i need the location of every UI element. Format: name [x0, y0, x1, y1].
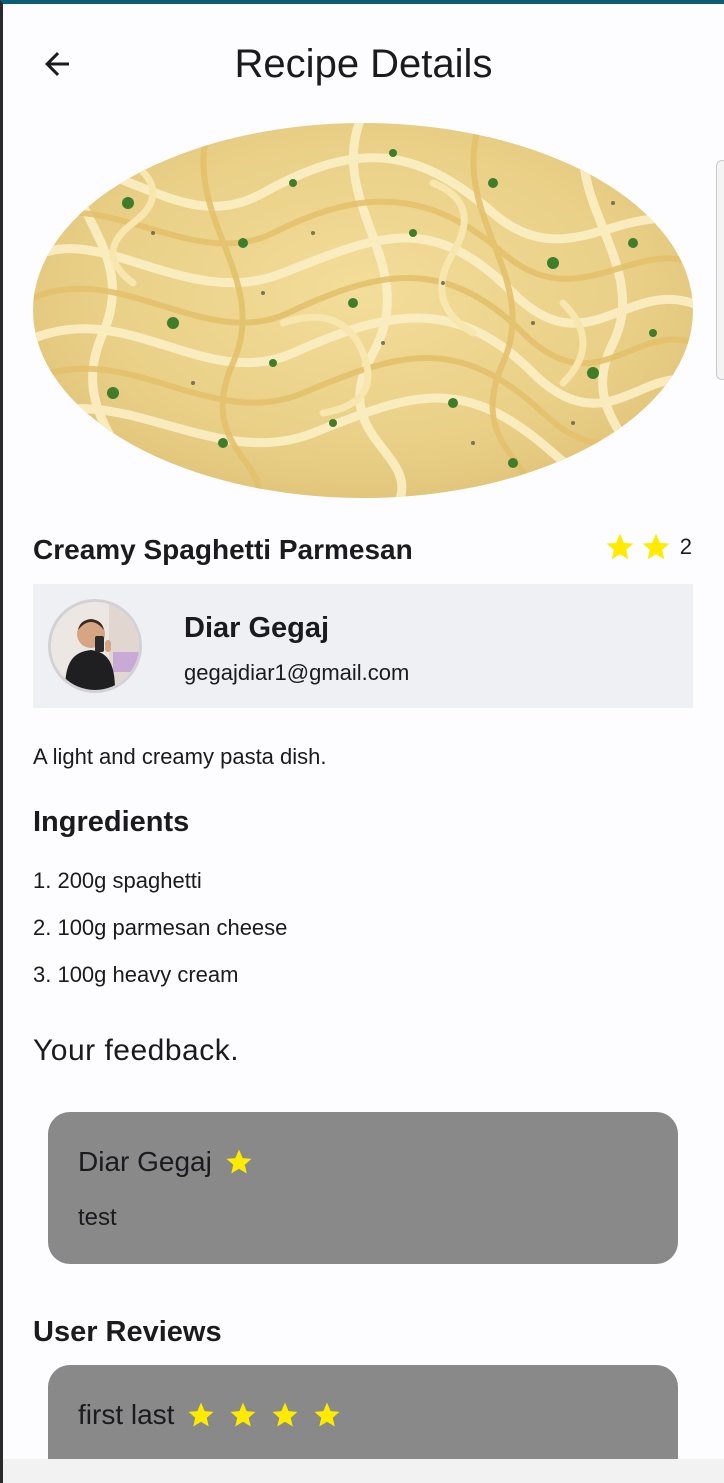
star-icon: [272, 1402, 298, 1427]
star-icon: [606, 533, 634, 560]
review-header: first last: [78, 1399, 342, 1431]
recipe-description: A light and creamy pasta dish.: [33, 744, 327, 769]
user-reviews-title: User Reviews: [33, 1316, 222, 1348]
rating-count: 2: [679, 534, 692, 559]
star-icon: [314, 1402, 340, 1427]
recipe-title: Creamy Spaghetti Parmesan: [33, 534, 413, 565]
list-item: 2. 100g parmesan cheese: [33, 915, 288, 940]
page-title: Recipe Details: [234, 42, 493, 86]
list-item: 3. 100g heavy cream: [33, 962, 239, 987]
reviewer-name: first last: [78, 1399, 175, 1430]
review-header: Diar Gegaj: [78, 1146, 254, 1178]
recipe-image: [33, 123, 693, 498]
star-icon: [642, 533, 670, 560]
review-stars: [186, 1400, 342, 1430]
author-email: gegajdiar1@gmail.com: [184, 660, 410, 685]
ingredients-list: 1. 200g spaghetti 2. 100g parmesan chees…: [33, 868, 287, 1009]
star-icon: [230, 1402, 256, 1427]
review-stars: [224, 1147, 254, 1177]
bottom-edge: [3, 1459, 724, 1483]
author-name: Diar Gegaj: [184, 612, 330, 644]
review-text: test: [78, 1204, 117, 1231]
star-icon: [188, 1402, 214, 1427]
list-item: 1. 200g spaghetti: [33, 868, 202, 893]
avatar: [48, 599, 142, 693]
side-window-edge: [716, 160, 724, 380]
top-app-bar: Recipe Details: [3, 4, 724, 124]
star-icon: [226, 1149, 252, 1174]
recipe-rating: 2: [604, 531, 692, 563]
my-feedback-card[interactable]: Diar Gegaj test: [48, 1112, 678, 1264]
feedback-title: Your feedback.: [33, 1034, 240, 1067]
ingredients-title: Ingredients: [33, 806, 190, 838]
recipe-details-screen: Recipe Details Creamy Spaghetti Parmesan…: [0, 0, 724, 1483]
author-card[interactable]: Diar Gegaj gegajdiar1@gmail.com: [33, 584, 693, 708]
reviewer-name: Diar Gegaj: [78, 1146, 212, 1177]
